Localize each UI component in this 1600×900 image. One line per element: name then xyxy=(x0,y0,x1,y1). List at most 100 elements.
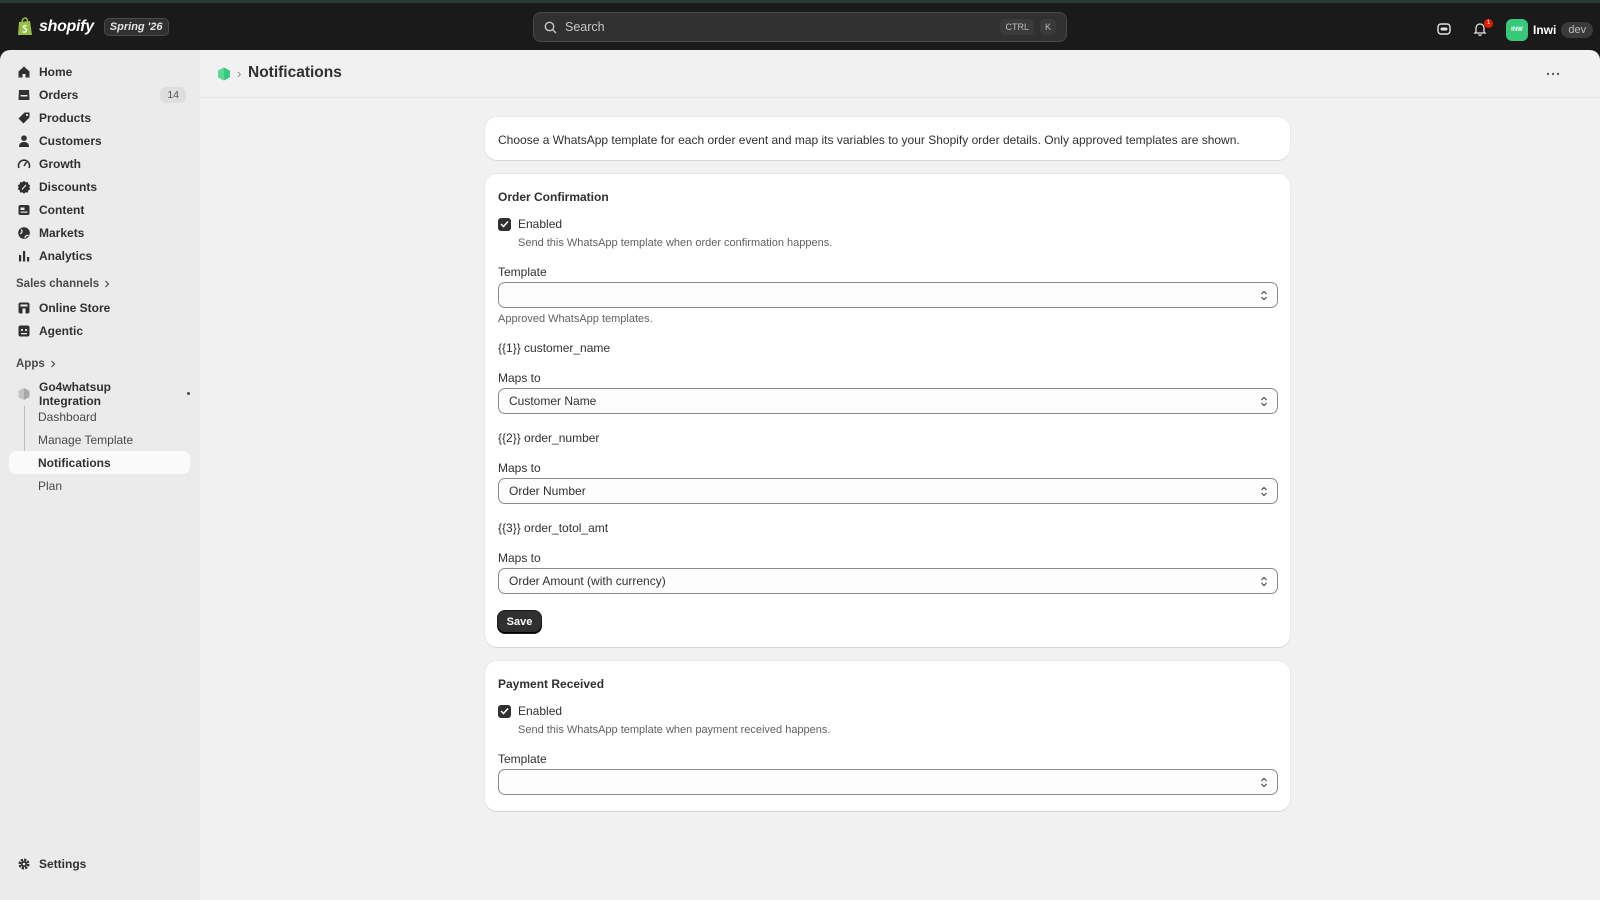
enabled-help-text: Send this WhatsApp template when payment… xyxy=(518,724,831,736)
intro-card: Choose a WhatsApp template for each orde… xyxy=(485,117,1290,160)
maps-to-select-order-number[interactable]: Order Number xyxy=(498,478,1278,504)
sidebar-item-go4whatsup[interactable]: Go4whatsup Integration xyxy=(9,379,190,408)
page-header: › Notifications xyxy=(200,50,1600,98)
home-icon xyxy=(18,66,30,77)
variable-label: {{3}} order_totol_amt xyxy=(498,521,609,535)
sidebar: Home Orders 14 Products Customers Growth… xyxy=(0,50,200,900)
sales-channels-header[interactable]: Sales channels xyxy=(16,278,110,290)
maps-to-select-order-amount[interactable]: Order Amount (with currency) xyxy=(498,568,1278,594)
top-bar: shopify Spring '26 Search CTRL K 1 INW I… xyxy=(0,0,1600,50)
template-label: Template xyxy=(498,265,547,279)
sidebar-item-label: Customers xyxy=(39,133,102,148)
kbd-ctrl: CTRL xyxy=(1000,19,1034,35)
maps-to-select-customer-name[interactable]: Customer Name xyxy=(498,388,1278,414)
chevron-right-icon xyxy=(50,360,56,368)
pin-dot xyxy=(187,392,190,395)
enabled-label: Enabled xyxy=(518,217,563,231)
breadcrumb-separator: › xyxy=(237,66,242,81)
sidebar-item-label: Growth xyxy=(39,156,81,171)
sidebar-item-label: Analytics xyxy=(39,248,93,263)
enabled-checkbox[interactable] xyxy=(498,704,511,718)
apps-header[interactable]: Apps xyxy=(16,358,56,370)
sidebar-subitem-manage-template[interactable]: Manage Template xyxy=(9,428,190,451)
sidebar-item-discounts[interactable]: Discounts xyxy=(9,175,190,198)
sidekick-icon[interactable] xyxy=(1436,21,1452,37)
search-bar[interactable]: Search CTRL K xyxy=(533,12,1067,42)
sidebar-item-label: Orders xyxy=(39,87,79,102)
sidebar-item-agentic[interactable]: Agentic xyxy=(9,319,190,342)
search-placeholder: Search xyxy=(565,20,605,34)
maps-to-label: Maps to xyxy=(498,551,541,565)
enabled-checkbox-row[interactable]: Enabled xyxy=(498,704,562,718)
select-chevron-icon xyxy=(1261,576,1267,587)
sidebar-subitem-notifications[interactable]: Notifications xyxy=(9,451,190,474)
sidebar-item-content[interactable]: Content xyxy=(9,198,190,221)
select-chevron-icon xyxy=(1261,396,1267,407)
shopify-logo[interactable]: shopify Spring '26 xyxy=(17,17,169,36)
payment-received-card: Payment Received Enabled Send this Whats… xyxy=(485,661,1290,811)
select-chevron-icon xyxy=(1261,486,1267,497)
sidebar-item-label: Markets xyxy=(39,225,85,240)
sidebar-item-analytics[interactable]: Analytics xyxy=(9,244,190,267)
gear-icon xyxy=(18,858,30,869)
sidebar-subitem-plan[interactable]: Plan xyxy=(9,474,190,497)
enabled-checkbox[interactable] xyxy=(498,217,511,231)
edition-badge[interactable]: Spring '26 xyxy=(103,17,169,36)
sidebar-item-orders[interactable]: Orders 14 xyxy=(9,83,190,106)
checkmark-icon xyxy=(500,220,509,228)
variable-label: {{2}} order_number xyxy=(498,431,600,445)
sales-channels-label: Sales channels xyxy=(16,278,100,290)
enabled-label: Enabled xyxy=(518,704,563,718)
sidebar-item-home[interactable]: Home xyxy=(9,60,190,83)
sidebar-item-growth[interactable]: Growth xyxy=(9,152,190,175)
notification-badge: 1 xyxy=(1484,19,1493,28)
person-icon xyxy=(19,134,29,147)
agentic-icon xyxy=(18,325,30,336)
maps-to-label: Maps to xyxy=(498,371,541,385)
shopify-bag-icon xyxy=(18,17,32,35)
sidebar-item-products[interactable]: Products xyxy=(9,106,190,129)
sidebar-item-customers[interactable]: Customers xyxy=(9,129,190,152)
ellipsis-icon xyxy=(1546,72,1560,76)
sidebar-item-label: Settings xyxy=(39,856,87,871)
globe-icon xyxy=(18,226,30,239)
order-confirmation-card: Order Confirmation Enabled Send this Wha… xyxy=(485,174,1290,647)
sidebar-subitem-dashboard[interactable]: Dashboard xyxy=(9,405,190,428)
template-select[interactable] xyxy=(498,769,1278,795)
sidebar-item-label: Discounts xyxy=(39,179,98,194)
sidebar-item-label: Home xyxy=(39,64,73,79)
select-value: Order Number xyxy=(509,484,586,498)
checkmark-icon xyxy=(500,707,509,715)
sidebar-item-label: Agentic xyxy=(39,323,84,338)
sidebar-item-label: Products xyxy=(39,110,92,125)
store-icon xyxy=(18,302,30,313)
maps-to-label: Maps to xyxy=(498,461,541,475)
intro-text: Choose a WhatsApp template for each orde… xyxy=(498,133,1240,147)
sidebar-item-settings[interactable]: Settings xyxy=(9,852,190,875)
app-logo-icon[interactable] xyxy=(217,67,231,81)
enabled-checkbox-row[interactable]: Enabled xyxy=(498,217,562,231)
sidebar-item-label: Online Store xyxy=(39,300,111,315)
page-title: Notifications xyxy=(248,64,342,81)
main-content: › Notifications Choose a WhatsApp templa… xyxy=(200,50,1600,900)
gauge-icon xyxy=(17,158,31,168)
sidebar-item-label: Go4whatsup Integration xyxy=(39,379,112,408)
section-title: Order Confirmation xyxy=(498,190,609,204)
template-select[interactable] xyxy=(498,282,1278,308)
inbox-icon xyxy=(18,89,30,100)
tag-icon xyxy=(18,112,30,123)
discount-icon xyxy=(17,180,31,194)
user-menu[interactable]: INW Inwi dev xyxy=(1506,19,1594,41)
search-icon xyxy=(544,21,557,33)
more-actions-button[interactable] xyxy=(1541,62,1565,86)
store-tag: dev xyxy=(1561,22,1594,38)
sidebar-item-online-store[interactable]: Online Store xyxy=(9,296,190,319)
save-button[interactable]: Save xyxy=(498,611,541,633)
bar-chart-icon xyxy=(19,250,30,261)
content-icon xyxy=(18,204,30,215)
sidebar-item-markets[interactable]: Markets xyxy=(9,221,190,244)
kbd-k: K xyxy=(1039,19,1056,35)
template-label: Template xyxy=(498,752,547,766)
store-name: Inwi xyxy=(1533,23,1557,37)
chevron-right-icon xyxy=(105,280,110,288)
